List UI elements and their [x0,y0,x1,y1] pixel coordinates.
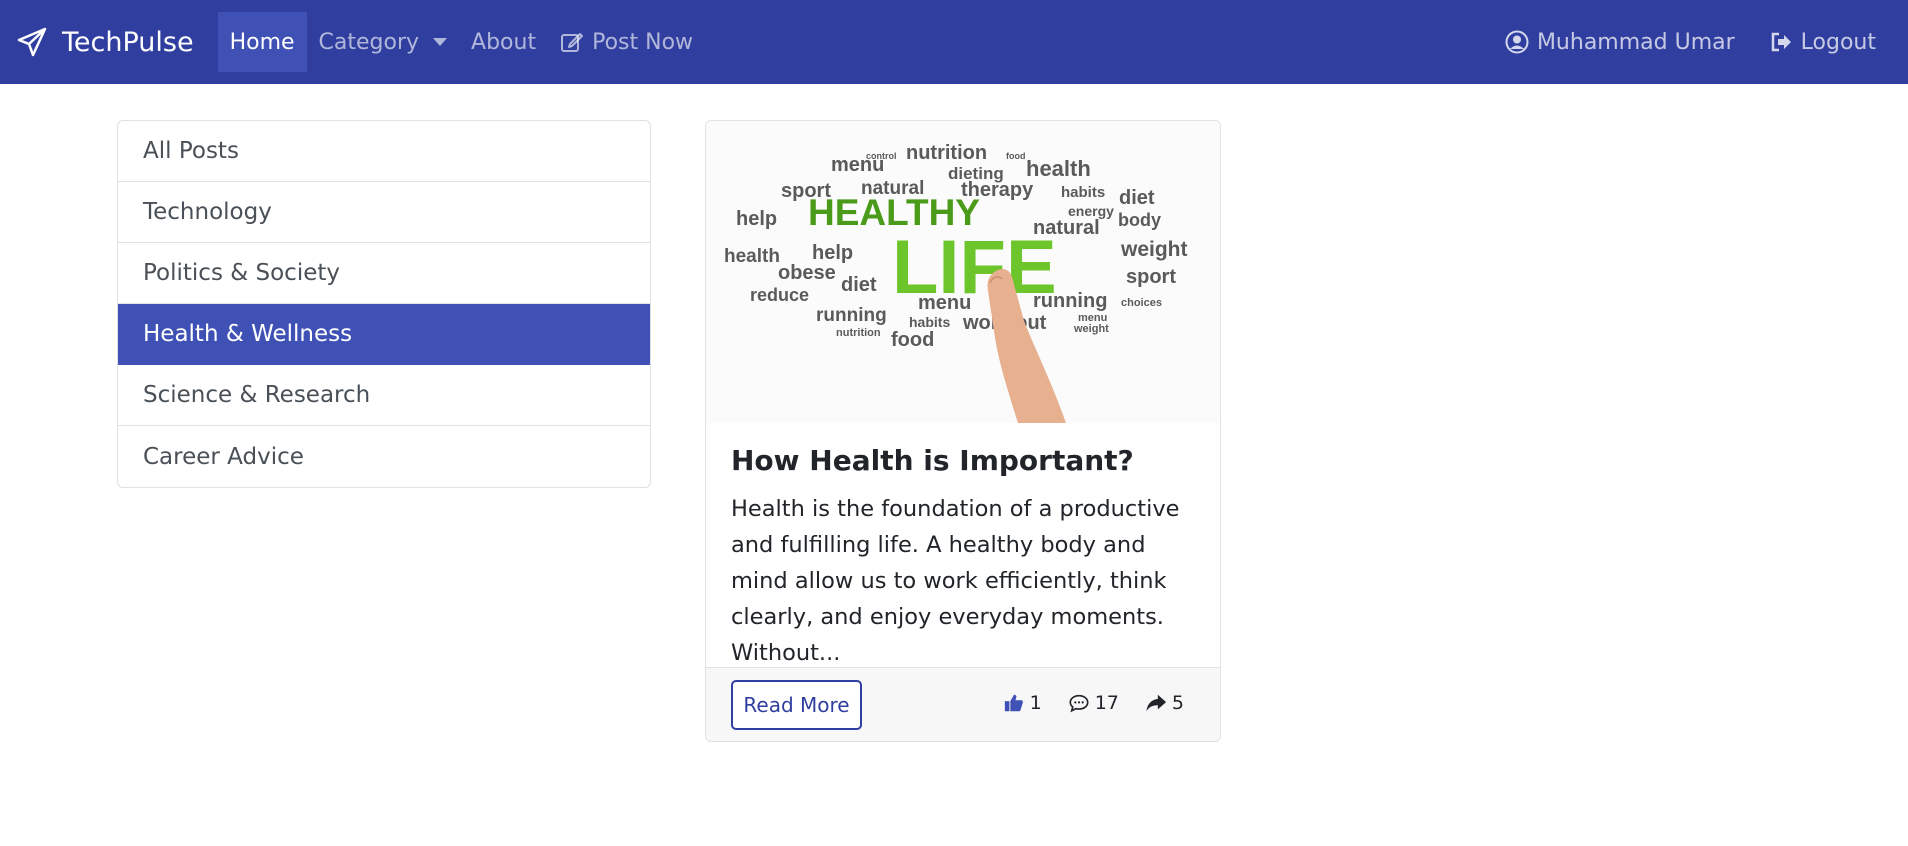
user-profile-link[interactable]: Muhammad Umar [1493,12,1747,72]
word-cloud-word: habits [1061,184,1105,201]
category-list: All Posts Technology Politics & Society … [117,120,651,488]
category-health-wellness[interactable]: Health & Wellness [118,304,650,365]
word-cloud-word: help [736,208,777,230]
post-excerpt: Health is the foundation of a productive… [731,496,1180,667]
post-title: How Health is Important? [731,444,1134,477]
word-cloud-word: reduce [750,285,809,305]
nav-category-label: Category [318,29,420,55]
top-navbar: TechPulse Home Category About Post Now M… [0,0,1908,84]
word-cloud-word: control [866,151,897,161]
thumbs-up-icon [1004,694,1023,712]
post-footer: Read More 1 17 5 [706,667,1220,741]
word-cloud-word: health [1026,156,1091,181]
healthy-life-word-cloud-image: nutrition menu health dieting sport natu… [706,121,1220,423]
word-cloud-word: habits [909,314,950,330]
caret-down-icon [433,38,448,46]
word-cloud-word: diet [1119,187,1155,209]
word-cloud-word: food [891,329,934,351]
word-cloud-headline: LIFE [892,225,1057,310]
comment-button[interactable]: 17 [1068,692,1119,714]
like-button[interactable]: 1 [1003,692,1042,714]
logout-label: Logout [1800,29,1876,55]
category-all-posts[interactable]: All Posts [118,121,650,182]
word-cloud-word: nutrition [906,142,987,164]
share-button[interactable]: 5 [1145,692,1184,714]
nav-about[interactable]: About [459,12,548,72]
nav-about-label: About [471,29,537,55]
category-politics-society[interactable]: Politics & Society [118,243,650,304]
logout-icon [1771,32,1791,52]
like-count: 1 [1029,692,1042,714]
share-count: 5 [1171,692,1184,714]
word-cloud-word: choices [1121,297,1162,309]
post-card: nutrition menu health dieting sport natu… [705,120,1221,742]
category-technology[interactable]: Technology [118,182,650,243]
post-stats: 1 17 5 [1003,692,1184,714]
post-image: nutrition menu health dieting sport natu… [706,121,1220,423]
word-cloud-word: food [1006,151,1026,161]
paper-plane-icon [17,27,47,57]
word-cloud-word: menu [1078,312,1107,324]
nav-right: Muhammad Umar Logout [1493,12,1888,72]
comment-count: 17 [1094,692,1119,714]
nav-post-now-label: Post Now [592,29,694,55]
nav-category-dropdown[interactable]: Category [307,12,460,72]
brand-link[interactable]: TechPulse [16,26,194,58]
word-cloud-word: diet [841,274,877,296]
nav-home-label: Home [229,29,295,55]
edit-icon [561,33,584,52]
nav-home[interactable]: Home [217,12,307,72]
user-name: Muhammad Umar [1536,29,1735,55]
word-cloud-word: weight [1120,238,1188,261]
word-cloud-word: help [812,242,853,264]
word-cloud-word: body [1118,210,1161,230]
category-career-advice[interactable]: Career Advice [118,426,650,487]
word-cloud-word: nutrition [836,327,881,339]
nav-links: Home Category About Post Now [217,12,705,72]
comment-icon [1069,694,1089,713]
word-cloud-word: health [724,246,780,267]
nav-post-now[interactable]: Post Now [548,12,705,72]
word-cloud-word: obese [778,262,836,284]
word-cloud-word: running [816,305,887,326]
read-more-button[interactable]: Read More [731,680,862,730]
logout-link[interactable]: Logout [1757,12,1888,72]
user-circle-icon [1505,30,1529,54]
brand-name: TechPulse [62,26,194,58]
share-arrow-icon [1146,694,1166,712]
category-science-research[interactable]: Science & Research [118,365,650,426]
word-cloud-word: weight [1073,323,1109,335]
word-cloud-word: sport [1126,266,1176,288]
post-body: How Health is Important? Health is the f… [731,443,1201,671]
